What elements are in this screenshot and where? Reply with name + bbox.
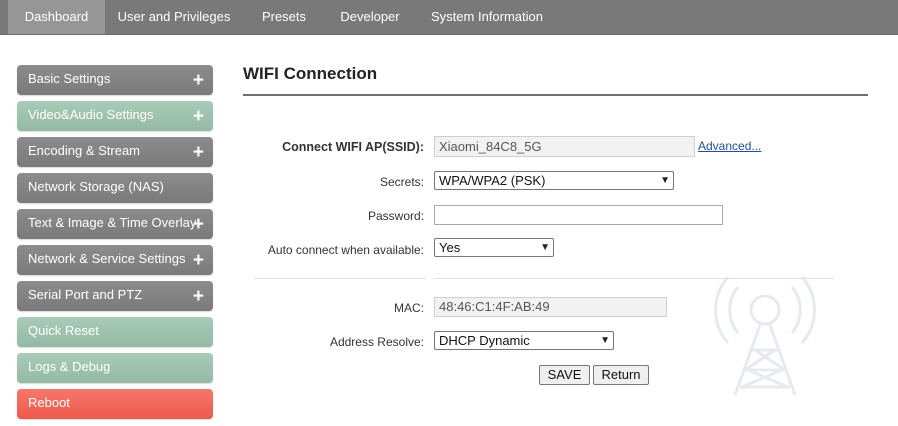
secrets-label: Secrets: xyxy=(379,175,424,189)
sidebar-item-label: Basic Settings xyxy=(28,71,111,86)
chevron-down-icon: ▼ xyxy=(660,175,670,186)
secrets-select[interactable]: WPA/WPA2 (PSK) ▼ xyxy=(434,171,674,190)
title-divider xyxy=(243,94,868,96)
tab-user-and-privileges[interactable]: User and Privileges xyxy=(106,0,242,34)
tab-dashboard[interactable]: Dashboard xyxy=(8,0,105,34)
mac-field: 48:46:C1:4F:AB:49 xyxy=(434,297,667,317)
sidebar-item-label: Reboot xyxy=(28,395,70,410)
sidebar-item-video-audio-settings[interactable]: Video&Audio Settings + xyxy=(17,101,213,131)
tab-system-information[interactable]: System Information xyxy=(420,0,554,34)
return-button[interactable]: Return xyxy=(593,365,649,385)
auto-connect-select-value: Yes xyxy=(439,240,461,255)
address-resolve-select[interactable]: DHCP Dynamic ▼ xyxy=(434,331,614,350)
sidebar-item-label: Network & Service Settings xyxy=(28,251,186,266)
chevron-down-icon: ▼ xyxy=(540,242,550,253)
sidebar-item-label: Network Storage (NAS) xyxy=(28,179,164,194)
sidebar-item-label: Logs & Debug xyxy=(28,359,111,374)
sidebar-item-label: Serial Port and PTZ xyxy=(28,287,143,302)
ssid-field[interactable]: Xiaomi_84C8_5G xyxy=(434,136,695,157)
auto-connect-label: Auto connect when available: xyxy=(267,243,424,257)
mac-label: MAC: xyxy=(394,301,424,315)
address-resolve-select-value: DHCP Dynamic xyxy=(439,333,530,348)
page-title: WIFI Connection xyxy=(243,64,378,83)
sidebar-item-label: Quick Reset xyxy=(28,323,99,338)
sidebar-item-label: Text & Image & Time Overlay xyxy=(28,215,197,230)
sidebar-item-logs-debug[interactable]: Logs & Debug xyxy=(17,353,213,383)
tab-developer[interactable]: Developer xyxy=(326,0,414,34)
password-label: Password: xyxy=(367,209,424,223)
tab-presets[interactable]: Presets xyxy=(248,0,320,34)
sidebar-item-basic-settings[interactable]: Basic Settings + xyxy=(17,65,213,95)
sidebar-item-label: Encoding & Stream xyxy=(28,143,141,158)
top-nav-bar: Dashboard User and Privileges Presets De… xyxy=(0,0,898,35)
plus-icon: + xyxy=(192,106,204,127)
plus-icon: + xyxy=(192,70,204,91)
advanced-link[interactable]: Advanced... xyxy=(698,139,761,153)
ssid-label: Connect WIFI AP(SSID): xyxy=(282,140,424,154)
sidebar-item-label: Video&Audio Settings xyxy=(28,107,154,122)
secrets-select-value: WPA/WPA2 (PSK) xyxy=(439,173,546,188)
section-divider-left xyxy=(254,278,426,279)
save-button[interactable]: SAVE xyxy=(539,365,590,385)
section-divider-right xyxy=(434,278,834,279)
sidebar-item-reboot[interactable]: Reboot xyxy=(17,389,213,419)
chevron-down-icon: ▼ xyxy=(600,335,610,346)
auto-connect-select[interactable]: Yes ▼ xyxy=(434,238,554,257)
address-resolve-label: Address Resolve: xyxy=(329,335,424,349)
password-field[interactable] xyxy=(434,205,723,225)
